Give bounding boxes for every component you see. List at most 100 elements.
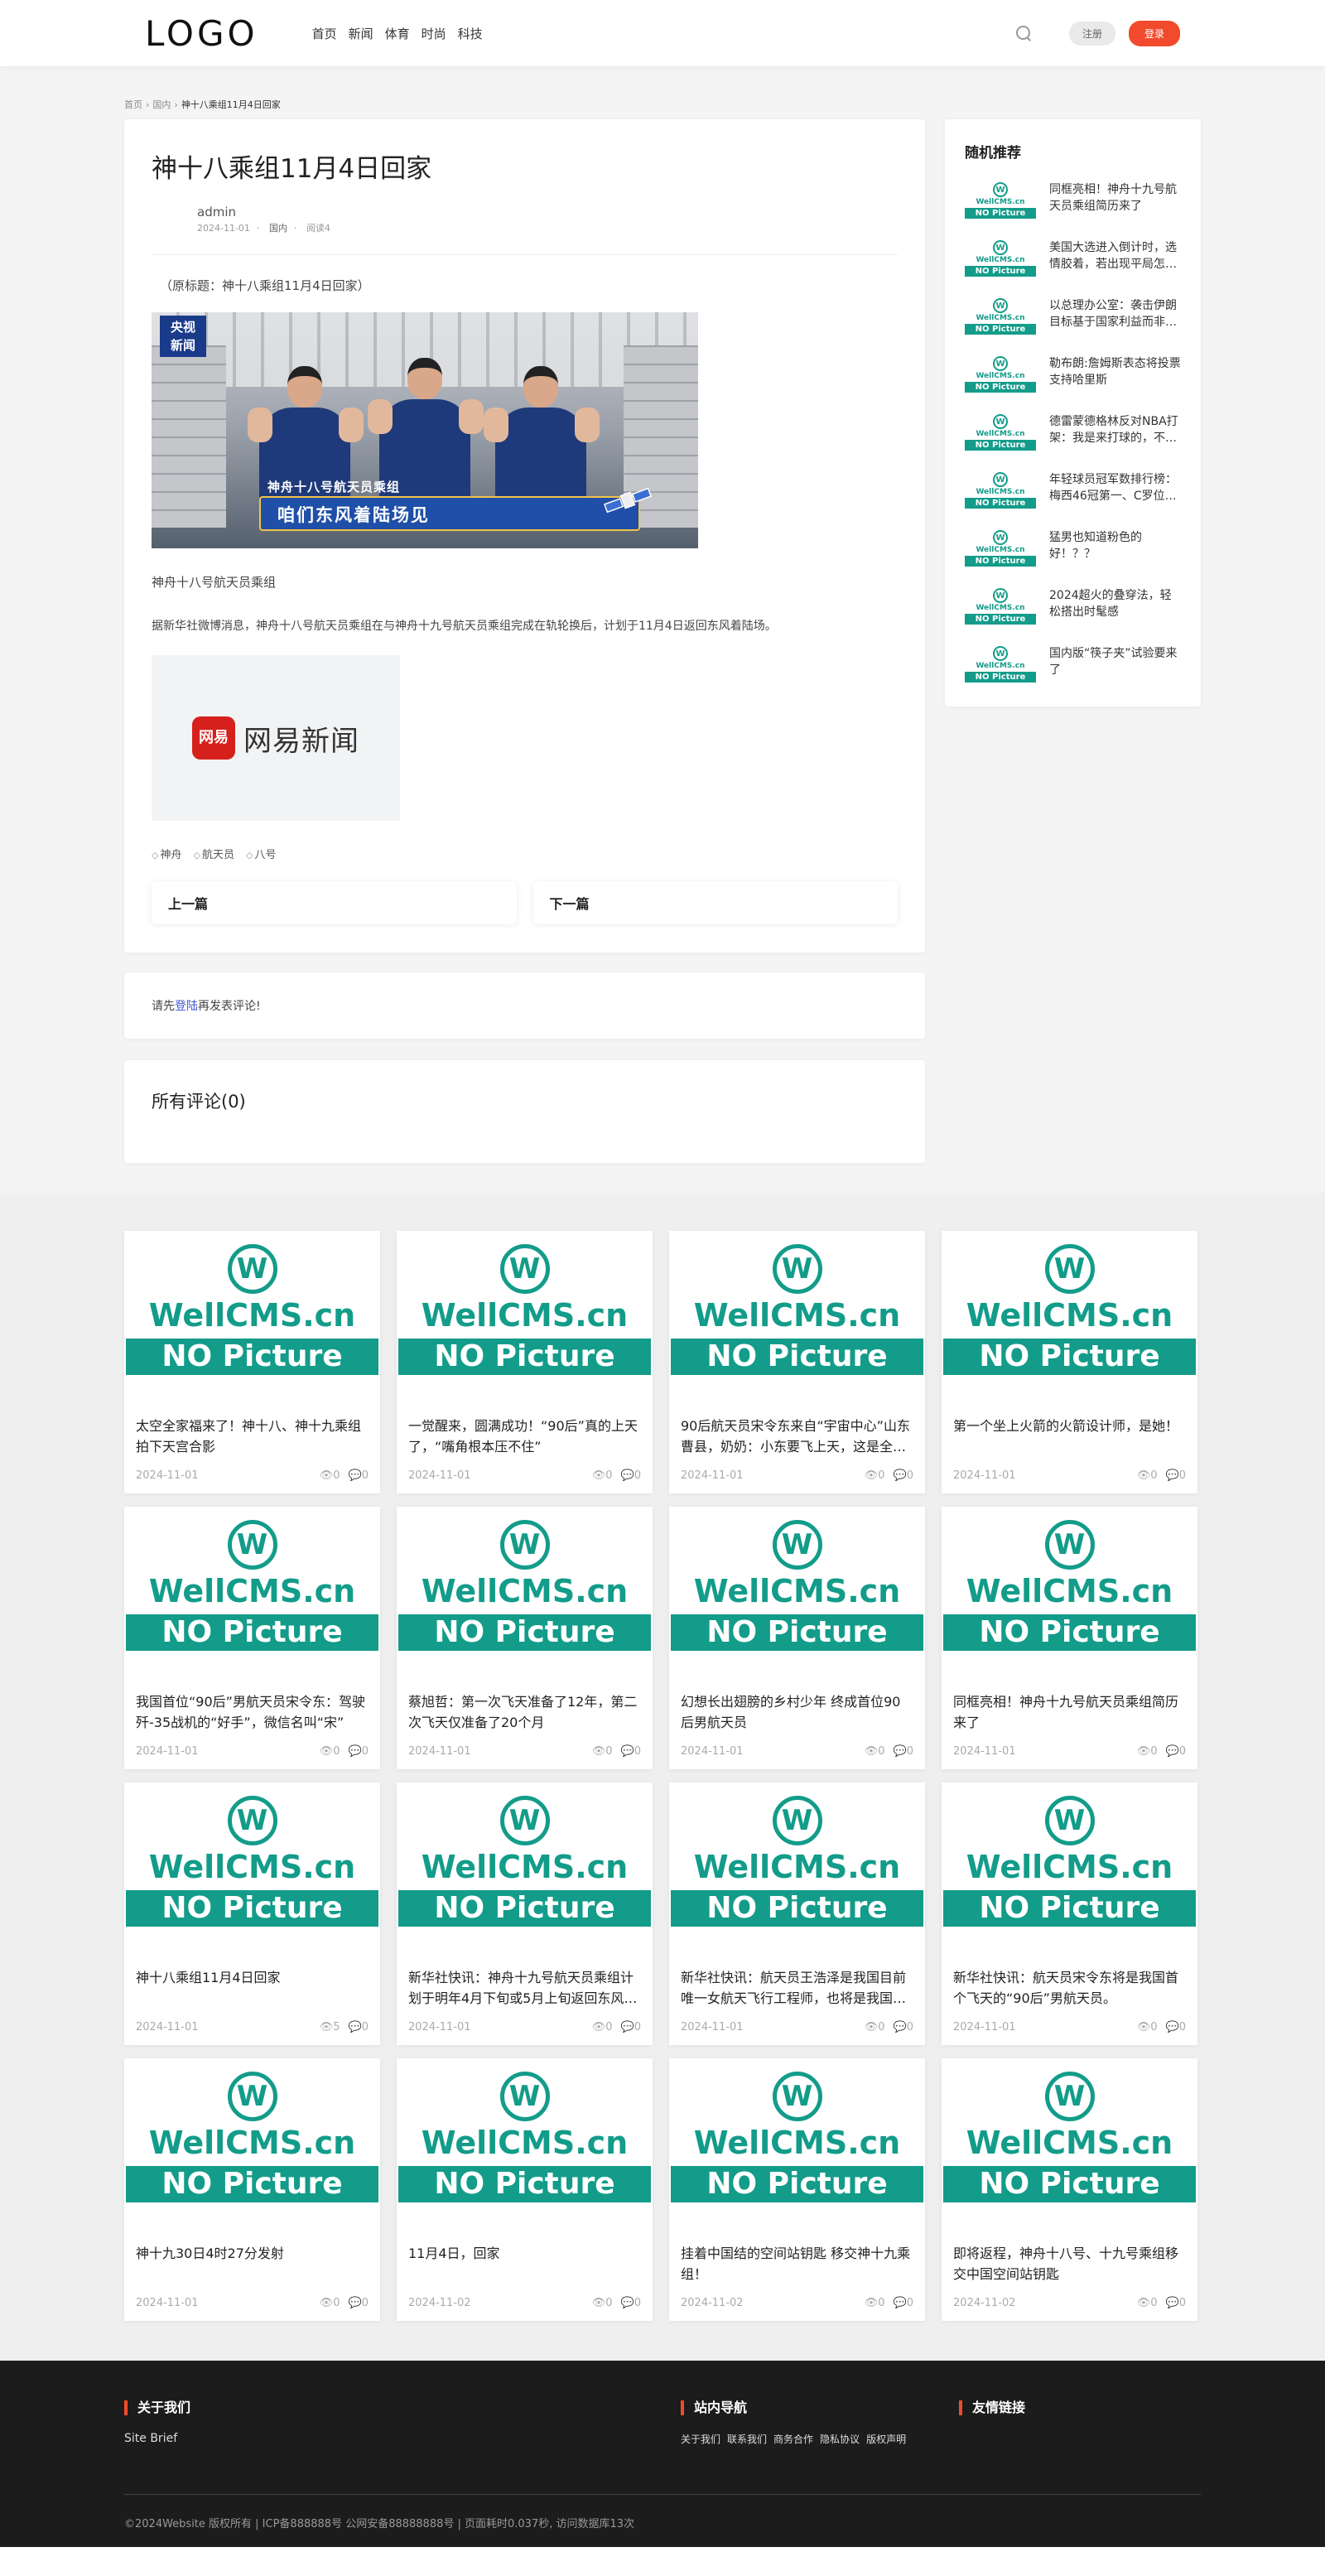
no-picture-placeholder[interactable]: W WellCMS.cn NO Picture bbox=[671, 1782, 923, 1957]
wellcms-logo-icon: W bbox=[227, 2072, 277, 2122]
no-picture-placeholder[interactable]: W WellCMS.cn NO Picture bbox=[965, 587, 1036, 627]
next-article-button[interactable]: 下一篇 bbox=[532, 881, 898, 925]
article-card[interactable]: W WellCMS.cn NO Picture 第一个坐上火箭的火箭设计师，是她！ 20… bbox=[942, 1231, 1197, 1494]
article-card-title[interactable]: 90后航天员宋令东来自“宇宙中心”山东曹县，奶奶：小东要飞上天，这是全家的荣耀 bbox=[669, 1416, 925, 1458]
sidebar-item-title[interactable]: 德雷蒙德格林反对NBA打架：我是来打球的，不是来打架的 bbox=[1049, 413, 1181, 447]
no-picture-placeholder[interactable]: W WellCMS.cn NO Picture bbox=[965, 529, 1036, 569]
no-picture-placeholder[interactable]: W WellCMS.cn NO Picture bbox=[965, 413, 1036, 453]
article-card[interactable]: W WellCMS.cn NO Picture 新华社快讯：航天员宋令东将是我国首个飞… bbox=[942, 1782, 1197, 2046]
article-card-title[interactable]: 太空全家福来了！神十八、神十九乘组拍下天宫合影 bbox=[124, 1416, 380, 1458]
nav-item-fashion[interactable]: 时尚 bbox=[422, 25, 446, 42]
nav-item-home[interactable]: 首页 bbox=[312, 25, 337, 42]
article-card[interactable]: W WellCMS.cn NO Picture 挂着中国结的空间站钥匙 移交神十九乘组… bbox=[669, 2058, 925, 2322]
tag-item[interactable]: ◇ 航天员 bbox=[193, 846, 234, 861]
article-author[interactable]: admin bbox=[197, 205, 898, 219]
article-card[interactable]: W WellCMS.cn NO Picture 即将返程，神舟十八号、十九号乘组移交中… bbox=[942, 2058, 1197, 2322]
article-card-title[interactable]: 第一个坐上火箭的火箭设计师，是她！ bbox=[942, 1416, 1197, 1458]
article-card-title[interactable]: 蔡旭哲：第一次飞天准备了12年，第二次飞天仅准备了20个月 bbox=[397, 1692, 653, 1734]
comment-login-link[interactable]: 登陆 bbox=[175, 1000, 198, 1013]
article-card[interactable]: W WellCMS.cn NO Picture 蔡旭哲：第一次飞天准备了12年，第二次… bbox=[397, 1507, 653, 1770]
article-card-title[interactable]: 同框亮相！神舟十九号航天员乘组简历来了 bbox=[942, 1692, 1197, 1734]
sidebar-recommend-item[interactable]: W WellCMS.cn NO Picture 勒布朗:詹姆斯表态将投票支持哈里斯 bbox=[965, 355, 1181, 395]
article-card[interactable]: W WellCMS.cn NO Picture 神十九30日4时27分发射 2024-1… bbox=[124, 2058, 380, 2322]
sidebar-item-title[interactable]: 美国大选进入倒计时，选情胶着，若出现平局怎么办 bbox=[1049, 239, 1181, 273]
footer-link-contact[interactable]: 联系我们 bbox=[727, 2432, 767, 2446]
sidebar-recommend-item[interactable]: W WellCMS.cn NO Picture 以总理办公室：袭击伊朗目标基于国家利益… bbox=[965, 297, 1181, 337]
footer-link-business[interactable]: 商务合作 bbox=[773, 2432, 813, 2446]
no-picture-placeholder[interactable]: W WellCMS.cn NO Picture bbox=[671, 1231, 923, 1406]
no-picture-placeholder[interactable]: W WellCMS.cn NO Picture bbox=[943, 2058, 1196, 2233]
breadcrumb-home[interactable]: 首页 bbox=[124, 99, 142, 110]
no-picture-placeholder[interactable]: W WellCMS.cn NO Picture bbox=[965, 471, 1036, 511]
sidebar-recommend-item[interactable]: W WellCMS.cn NO Picture 2024超火的叠穿法，轻松搭出时髦感 bbox=[965, 587, 1181, 627]
article-card[interactable]: W WellCMS.cn NO Picture 幻想长出翅膀的乡村少年 终成首位90后… bbox=[669, 1507, 925, 1770]
sidebar-recommend-item[interactable]: W WellCMS.cn NO Picture 国内版“筷子夹”试验要来了 bbox=[965, 645, 1181, 685]
nav-item-sports[interactable]: 体育 bbox=[385, 25, 410, 42]
nav-item-news[interactable]: 新闻 bbox=[349, 25, 373, 42]
tag-item[interactable]: ◇ 神舟 bbox=[152, 846, 181, 861]
sidebar-recommend-item[interactable]: W WellCMS.cn NO Picture 美国大选进入倒计时，选情胶着，若出现平… bbox=[965, 239, 1181, 279]
search-icon[interactable] bbox=[1014, 24, 1033, 42]
no-picture-placeholder[interactable]: W WellCMS.cn NO Picture bbox=[965, 355, 1036, 395]
article-card-title[interactable]: 我国首位“90后”男航天员宋令东：驾驶歼-35战机的“好手”，微信名叫“宋” bbox=[124, 1692, 380, 1734]
article-card-title[interactable]: 幻想长出翅膀的乡村少年 终成首位90后男航天员 bbox=[669, 1692, 925, 1734]
article-card-title[interactable]: 神十九30日4时27分发射 bbox=[124, 2244, 380, 2285]
article-card[interactable]: W WellCMS.cn NO Picture 新华社快讯：航天员王浩泽是我国目前唯一… bbox=[669, 1782, 925, 2046]
article-card-title[interactable]: 新华社快讯：航天员王浩泽是我国目前唯一女航天飞行工程师，也将是我国第三位执行飞行… bbox=[669, 1968, 925, 2009]
article-card[interactable]: W WellCMS.cn NO Picture 11月4日，回家 2024-11-02 👁… bbox=[397, 2058, 653, 2322]
tag-item[interactable]: ◇ 八号 bbox=[246, 846, 276, 861]
article-card[interactable]: W WellCMS.cn NO Picture 同框亮相！神舟十九号航天员乘组简历来了… bbox=[942, 1507, 1197, 1770]
article-card-title[interactable]: 神十八乘组11月4日回家 bbox=[124, 1968, 380, 2009]
sidebar-item-title[interactable]: 以总理办公室：袭击伊朗目标基于国家利益而非美国意见 bbox=[1049, 297, 1181, 331]
no-picture-placeholder[interactable]: W WellCMS.cn NO Picture bbox=[965, 239, 1036, 279]
article-card[interactable]: W WellCMS.cn NO Picture 我国首位“90后”男航天员宋令东：驾驶… bbox=[124, 1507, 380, 1770]
article-card[interactable]: W WellCMS.cn NO Picture 一觉醒来，圆满成功！“90后”真的上天… bbox=[397, 1231, 653, 1494]
no-picture-placeholder[interactable]: W WellCMS.cn NO Picture bbox=[126, 2058, 378, 2233]
sidebar-item-title[interactable]: 2024超火的叠穿法，轻松搭出时髦感 bbox=[1049, 587, 1181, 621]
register-button[interactable]: 注册 bbox=[1068, 21, 1115, 46]
article-card-title[interactable]: 11月4日，回家 bbox=[397, 2244, 653, 2285]
no-picture-placeholder[interactable]: W WellCMS.cn NO Picture bbox=[126, 1231, 378, 1406]
sidebar-recommend-item[interactable]: W WellCMS.cn NO Picture 猛男也知道粉色的好！？？ bbox=[965, 529, 1181, 569]
article-category[interactable]: 国内 bbox=[269, 223, 287, 234]
login-button[interactable]: 登录 bbox=[1128, 20, 1180, 46]
site-logo[interactable]: LOGO bbox=[124, 13, 258, 54]
no-picture-placeholder[interactable]: W WellCMS.cn NO Picture bbox=[965, 297, 1036, 337]
footer-link-copyright[interactable]: 版权声明 bbox=[866, 2432, 906, 2446]
sidebar-item-title[interactable]: 同框亮相！神舟十九号航天员乘组简历来了 bbox=[1049, 181, 1181, 215]
sidebar-item-title[interactable]: 勒布朗:詹姆斯表态将投票支持哈里斯 bbox=[1049, 355, 1181, 389]
no-picture-placeholder[interactable]: W WellCMS.cn NO Picture bbox=[671, 2058, 923, 2233]
no-picture-placeholder[interactable]: W WellCMS.cn NO Picture bbox=[943, 1231, 1196, 1406]
no-picture-placeholder[interactable]: W WellCMS.cn NO Picture bbox=[943, 1782, 1196, 1957]
article-card-title[interactable]: 新华社快讯：航天员宋令东将是我国首个飞天的“90后”男航天员。 bbox=[942, 1968, 1197, 2009]
sidebar-recommend-item[interactable]: W WellCMS.cn NO Picture 年轻球员冠军数排行榜：梅西46冠第一、… bbox=[965, 471, 1181, 511]
no-picture-placeholder[interactable]: W WellCMS.cn NO Picture bbox=[398, 1507, 651, 1681]
article-card-title[interactable]: 新华社快讯：神舟十九号航天员乘组计划于明年4月下旬或5月上旬返回东风着陆场 bbox=[397, 1968, 653, 2009]
footer-link-privacy[interactable]: 隐私协议 bbox=[820, 2432, 860, 2446]
no-picture-placeholder[interactable]: W WellCMS.cn NO Picture bbox=[965, 645, 1036, 685]
breadcrumb-category[interactable]: 国内 bbox=[152, 99, 171, 110]
sidebar-item-title[interactable]: 国内版“筷子夹”试验要来了 bbox=[1049, 645, 1181, 679]
prev-article-button[interactable]: 上一篇 bbox=[152, 881, 517, 925]
footer-link-about[interactable]: 关于我们 bbox=[681, 2432, 720, 2446]
no-picture-placeholder[interactable]: W WellCMS.cn NO Picture bbox=[398, 2058, 651, 2233]
no-picture-placeholder[interactable]: W WellCMS.cn NO Picture bbox=[126, 1782, 378, 1957]
sidebar-recommend-item[interactable]: W WellCMS.cn NO Picture 德雷蒙德格林反对NBA打架：我是来打球… bbox=[965, 413, 1181, 453]
no-picture-placeholder[interactable]: W WellCMS.cn NO Picture bbox=[126, 1507, 378, 1681]
article-card[interactable]: W WellCMS.cn NO Picture 太空全家福来了！神十八、神十九乘组拍下… bbox=[124, 1231, 380, 1494]
sidebar-item-title[interactable]: 年轻球员冠军数排行榜：梅西46冠第一、C罗位列其后 bbox=[1049, 471, 1181, 505]
article-card[interactable]: W WellCMS.cn NO Picture 90后航天员宋令东来自“宇宙中心”山东… bbox=[669, 1231, 925, 1494]
sidebar-item-title[interactable]: 猛男也知道粉色的好！？？ bbox=[1049, 529, 1181, 563]
no-picture-placeholder[interactable]: W WellCMS.cn NO Picture bbox=[943, 1507, 1196, 1681]
nav-item-tech[interactable]: 科技 bbox=[458, 25, 483, 42]
no-picture-placeholder[interactable]: W WellCMS.cn NO Picture bbox=[398, 1782, 651, 1957]
article-card-title[interactable]: 挂着中国结的空间站钥匙 移交神十九乘组！ bbox=[669, 2244, 925, 2285]
article-card-title[interactable]: 即将返程，神舟十八号、十九号乘组移交中国空间站钥匙 bbox=[942, 2244, 1197, 2285]
sidebar-recommend-item[interactable]: W WellCMS.cn NO Picture 同框亮相！神舟十九号航天员乘组简历来了 bbox=[965, 181, 1181, 221]
no-picture-placeholder[interactable]: W WellCMS.cn NO Picture bbox=[965, 181, 1036, 221]
no-picture-placeholder[interactable]: W WellCMS.cn NO Picture bbox=[398, 1231, 651, 1406]
article-card[interactable]: W WellCMS.cn NO Picture 神十八乘组11月4日回家 2024-11… bbox=[124, 1782, 380, 2046]
no-picture-placeholder[interactable]: W WellCMS.cn NO Picture bbox=[671, 1507, 923, 1681]
article-card-title[interactable]: 一觉醒来，圆满成功！“90后”真的上天了，“嘴角根本压不住” bbox=[397, 1416, 653, 1458]
article-card[interactable]: W WellCMS.cn NO Picture 新华社快讯：神舟十九号航天员乘组计划于… bbox=[397, 1782, 653, 2046]
